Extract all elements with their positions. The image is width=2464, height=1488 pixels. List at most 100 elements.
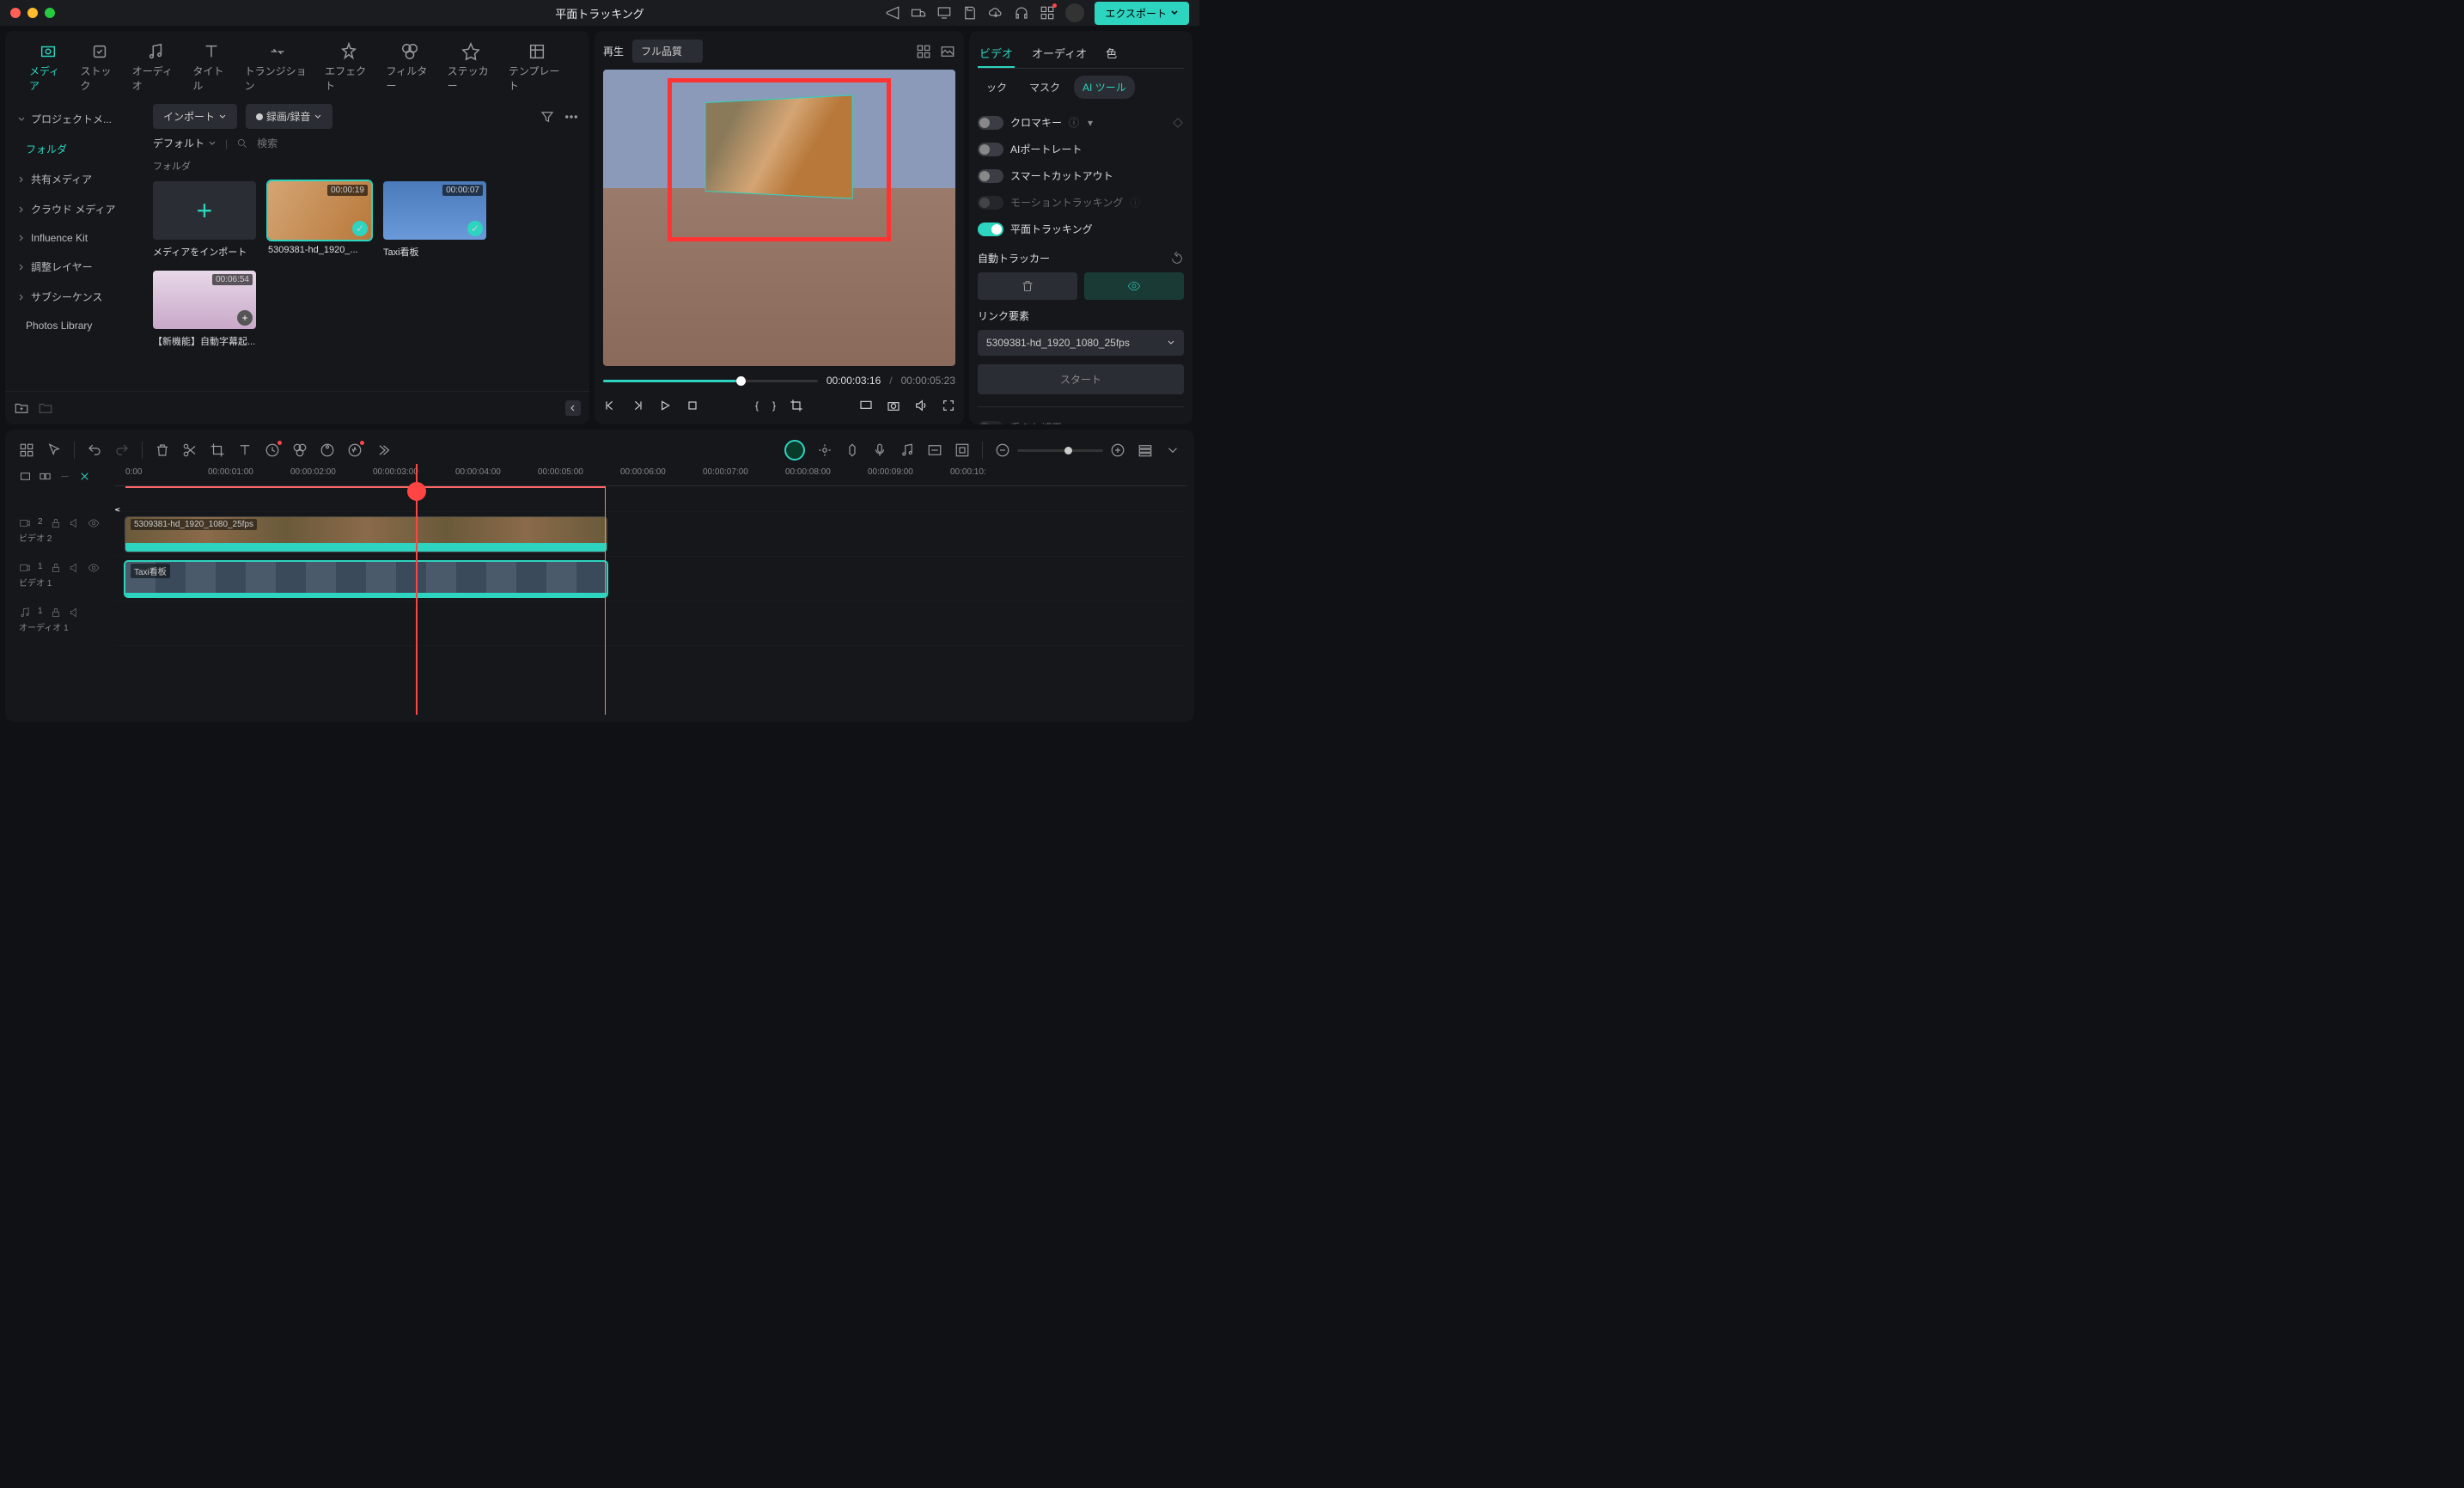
prev-frame-icon[interactable] [603,399,617,412]
zoom-out-icon[interactable] [995,442,1010,458]
minimize-window[interactable] [27,8,38,18]
import-media-tile[interactable]: + メディアをインポート [153,181,256,259]
zoom-in-icon[interactable] [1110,442,1125,458]
volume-icon[interactable] [914,399,928,412]
visibility-icon[interactable] [88,517,100,529]
sidebar-photos-library[interactable]: Photos Library [5,312,143,339]
new-folder-icon[interactable] [14,400,29,416]
link-element-dropdown[interactable]: 5309381-hd_1920_1080_25fps [978,330,1184,356]
truck-icon[interactable] [911,5,926,21]
render-icon[interactable] [954,442,970,458]
filter-icon[interactable] [540,109,555,125]
save-icon[interactable] [962,5,978,21]
next-frame-icon[interactable] [631,399,644,412]
tab-video[interactable]: ビデオ [978,40,1015,68]
mark-in-icon[interactable]: { [755,399,759,412]
record-button[interactable]: 録画/録音 [246,104,332,129]
tab-フィルター[interactable]: フィルター [379,38,440,97]
more-icon[interactable] [564,109,579,125]
tab-トランジション[interactable]: トランジション [238,38,318,97]
tab-ステッカー[interactable]: ステッカー [441,38,502,97]
mute-icon[interactable] [69,517,81,529]
timeline-clip-video2[interactable]: 5309381-hd_1920_1080_25fps [125,517,607,552]
subtab-mask[interactable]: マスク [1021,76,1069,99]
mute-icon[interactable] [69,562,81,574]
zoom-slider[interactable] [1017,449,1103,452]
sidebar-subsequence[interactable]: サブシーケンス [5,282,143,312]
adjust-track-icon[interactable] [927,442,942,458]
sidebar-cloud-media[interactable]: クラウド メディア [5,194,143,224]
effects-icon[interactable] [292,442,308,458]
scissors-icon[interactable]: ✂ [115,503,125,522]
preview-viewport[interactable] [603,70,955,366]
preview-scrubber[interactable] [603,380,818,382]
timeline-tool-1[interactable] [19,470,32,483]
lock-icon[interactable] [50,562,62,574]
lock-icon[interactable] [50,517,62,529]
timeline-clip-video1[interactable]: Taxi看板 [125,562,607,596]
tab-タイトル[interactable]: タイトル [186,38,237,97]
subtab-basic[interactable]: ック [978,76,1015,99]
undo-icon[interactable] [87,442,102,458]
more-tools-icon[interactable] [375,442,390,458]
sidebar-shared-media[interactable]: 共有メディア [5,164,143,194]
collapse-sidebar-button[interactable] [565,400,581,416]
sidebar-influence-kit[interactable]: Influence Kit [5,224,143,252]
tab-エフェクト[interactable]: エフェクト [318,38,379,97]
play-icon[interactable] [658,399,672,412]
voiceover-icon[interactable] [872,442,887,458]
window-controls[interactable] [10,8,55,18]
track-header-audio1[interactable]: 1 オーディオ 1 [12,603,115,648]
playhead[interactable] [416,464,418,715]
image-icon[interactable] [940,44,955,59]
timeline-tool-4[interactable] [78,470,91,483]
tab-オーディオ[interactable]: オーディオ [125,38,186,97]
track-header-video1[interactable]: 1 ビデオ 1 [12,558,115,603]
speed-icon[interactable] [265,442,280,458]
ai-assistant-icon[interactable] [784,440,805,460]
tab-audio[interactable]: オーディオ [1030,40,1089,68]
toggle-ai-portrait[interactable] [978,143,1003,156]
sidebar-folder[interactable]: フォルダ [5,134,143,164]
avatar[interactable] [1065,3,1084,22]
snapshot-icon[interactable] [887,399,900,412]
search-input[interactable] [257,137,579,149]
text-icon[interactable] [237,442,253,458]
track-header-video2[interactable]: 2 ビデオ 2 [12,514,115,558]
redo-icon[interactable] [114,442,130,458]
monitor-icon[interactable] [936,5,952,21]
import-button[interactable]: インポート [153,104,237,129]
display-icon[interactable] [859,399,873,412]
reset-icon[interactable] [1170,252,1184,265]
crop-icon[interactable] [790,399,803,412]
lock-icon[interactable] [50,607,62,619]
delete-tracker-button[interactable] [978,272,1077,300]
mute-icon[interactable] [69,607,81,619]
tracked-plane[interactable] [705,95,851,198]
close-window[interactable] [10,8,21,18]
grid-view-icon[interactable] [916,44,931,59]
media-thumbnail[interactable]: 00:06:54+ 【新機能】自動字幕起... [153,271,256,348]
ai-icon[interactable] [347,442,363,458]
color-icon[interactable] [320,442,335,458]
marker-icon[interactable] [845,442,860,458]
mark-out-icon[interactable]: } [772,399,776,412]
quality-dropdown[interactable]: フル品質 [632,40,703,63]
marker-settings-icon[interactable] [817,442,833,458]
tab-テンプレート[interactable]: テンプレート [502,38,572,97]
timeline-ruler[interactable]: 0:0000:00:01:0000:00:02:0000:00:03:0000:… [115,464,1187,486]
crop-icon[interactable] [210,442,225,458]
tab-メディア[interactable]: メディア [22,38,74,97]
sidebar-project-media[interactable]: プロジェクトメ... [5,104,143,134]
view-tracker-button[interactable] [1084,272,1184,300]
media-thumbnail[interactable]: 00:00:19✓ 5309381-hd_1920_... [268,181,371,259]
announce-icon[interactable] [885,5,900,21]
delete-icon[interactable] [155,442,170,458]
timeline-tool-2[interactable] [39,470,52,483]
add-icon[interactable]: + [237,310,253,326]
fullscreen-icon[interactable] [942,399,955,412]
audio-track-icon[interactable] [900,442,915,458]
stop-icon[interactable] [686,399,699,412]
media-thumbnail[interactable]: 00:00:07✓ Taxi看板 [383,181,486,259]
sort-dropdown[interactable]: デフォルト [153,136,217,150]
